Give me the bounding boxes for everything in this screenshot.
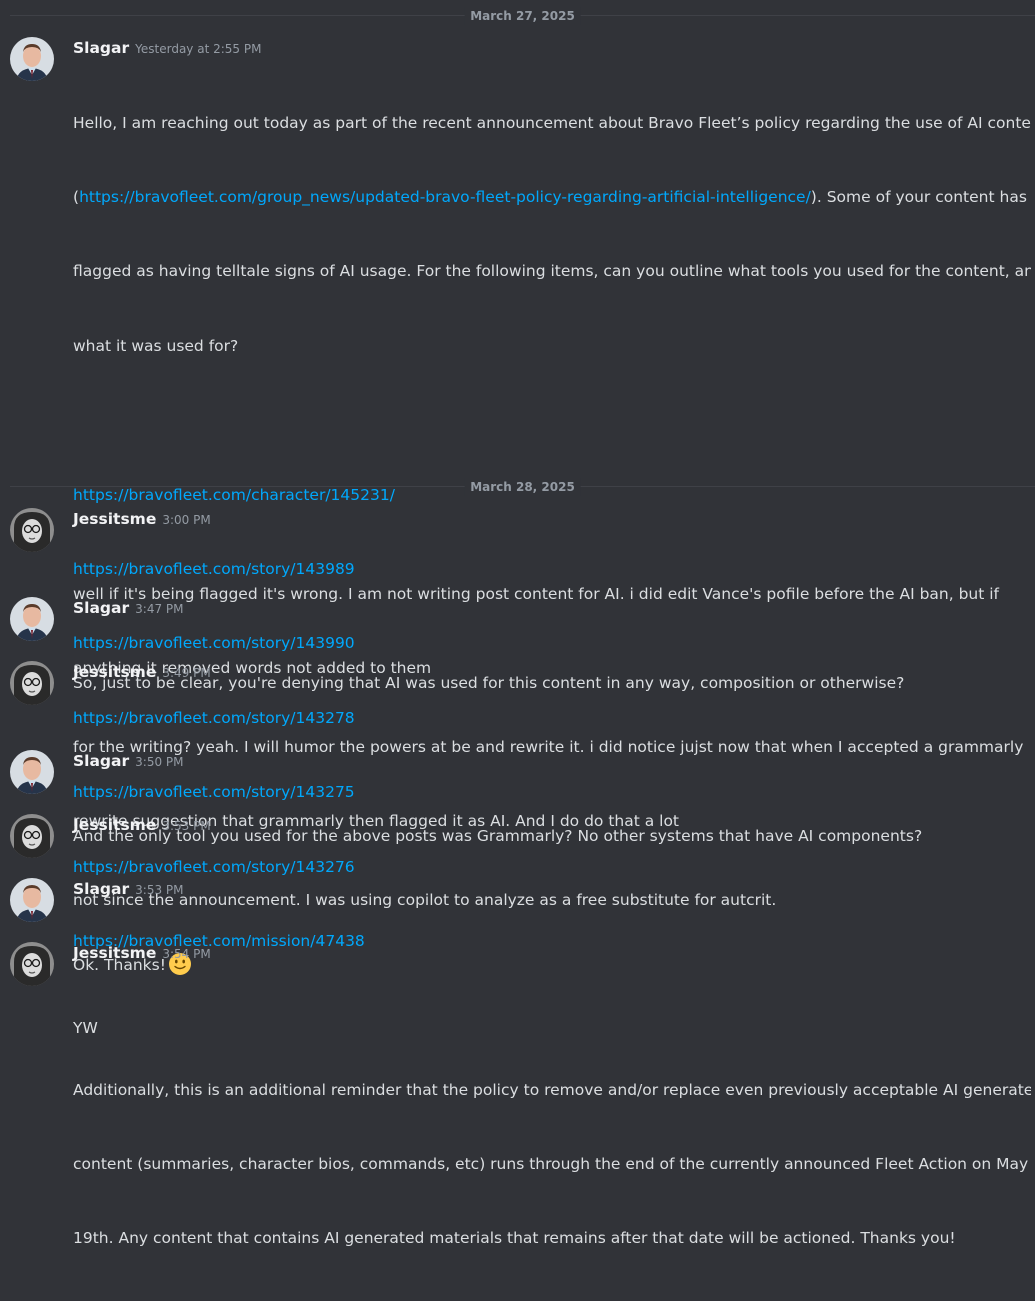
message-line: YW xyxy=(73,1018,98,1037)
username[interactable]: Jessitsme xyxy=(73,944,156,962)
username[interactable]: Slagar xyxy=(73,39,129,57)
avatar[interactable] xyxy=(10,597,54,641)
avatar[interactable] xyxy=(10,750,54,794)
message-text: ). Some of your content has xyxy=(810,187,1027,206)
username[interactable]: Slagar xyxy=(73,599,129,617)
message-line: well if it's being flagged it's wrong. I… xyxy=(73,584,1000,603)
message-line: 19th. Any content that contains AI gener… xyxy=(73,1229,956,1248)
message-line: (https://bravofleet.com/group_news/updat… xyxy=(73,185,1031,210)
message-line: content (summaries, character bios, comm… xyxy=(73,1155,1029,1174)
message-line: Hello, I am reaching out today as part o… xyxy=(73,113,1031,132)
message-line: what it was used for? xyxy=(73,336,239,355)
timestamp: 3:53 PM xyxy=(162,819,211,833)
timestamp: 3:53 PM xyxy=(135,883,184,897)
content-link[interactable]: https://bravofleet.com/character/145231/ xyxy=(73,486,395,504)
timestamp: 3:54 PM xyxy=(162,947,211,961)
avatar[interactable] xyxy=(10,942,54,986)
message-line: for the writing? yeah. I will humor the … xyxy=(73,737,1024,756)
avatar[interactable] xyxy=(10,661,54,705)
avatar[interactable] xyxy=(10,878,54,922)
avatar[interactable] xyxy=(10,37,54,81)
policy-link[interactable]: https://bravofleet.com/group_news/update… xyxy=(79,188,811,206)
username[interactable]: Jessitsme xyxy=(73,816,156,834)
message-content: YW xyxy=(73,966,1031,1090)
timestamp: Yesterday at 2:55 PM xyxy=(135,42,262,56)
timestamp: 3:47 PM xyxy=(135,602,184,616)
message-line: flagged as having telltale signs of AI u… xyxy=(73,262,1031,281)
username[interactable]: Slagar xyxy=(73,880,129,898)
timestamp: 3:49 PM xyxy=(162,666,211,680)
avatar[interactable] xyxy=(10,814,54,858)
avatar[interactable] xyxy=(10,508,54,552)
date-divider: March 28, 2025 xyxy=(10,478,1035,496)
username[interactable]: Jessitsme xyxy=(73,663,156,681)
timestamp: 3:50 PM xyxy=(135,755,184,769)
username[interactable]: Jessitsme xyxy=(73,510,156,528)
timestamp: 3:00 PM xyxy=(162,513,211,527)
message-group: Slagar Yesterday at 2:55 PM Hello, I am r… xyxy=(0,37,1035,1247)
date-divider-label: March 28, 2025 xyxy=(464,478,581,496)
date-divider-label: March 27, 2025 xyxy=(464,7,581,25)
date-divider: March 27, 2025 xyxy=(10,7,1035,25)
username[interactable]: Slagar xyxy=(73,752,129,770)
